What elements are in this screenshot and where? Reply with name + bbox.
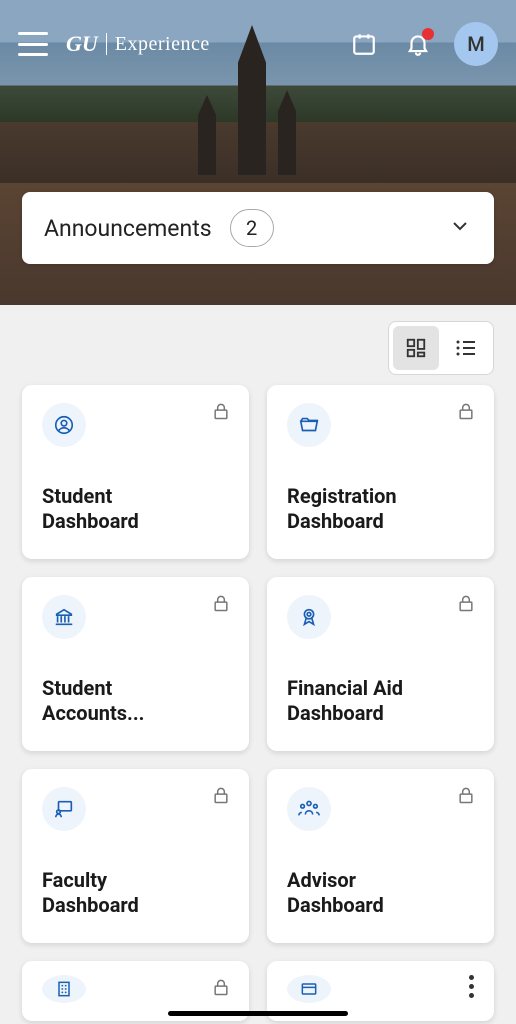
view-toggle (388, 321, 494, 375)
card-title: Advisor Dashboard (287, 868, 474, 919)
hero-banner: GU Experience M Announcements 2 (0, 0, 516, 305)
people-icon (287, 787, 331, 831)
notifications-button[interactable] (400, 26, 436, 62)
folder-icon (287, 403, 331, 447)
brand: GU Experience (66, 31, 210, 57)
building-icon (42, 975, 86, 1003)
announcements-count-badge: 2 (230, 209, 274, 247)
card-faculty-dashboard[interactable]: Faculty Dashboard (22, 769, 249, 943)
lock-icon (211, 593, 231, 617)
menu-button[interactable] (18, 32, 48, 56)
announcements-label: Announcements (44, 215, 212, 242)
card-title: Student Accounts... (42, 676, 229, 727)
view-toggle-row (0, 305, 516, 385)
person-icon (42, 403, 86, 447)
brand-text: Experience (115, 33, 210, 56)
calendar-icon (351, 31, 377, 57)
card-generic-icon (287, 975, 331, 1003)
avatar-initial: M (467, 32, 485, 56)
card-title: Student Dashboard (42, 484, 229, 535)
lock-icon (456, 785, 476, 809)
ribbon-icon (287, 595, 331, 639)
top-bar: GU Experience M (0, 0, 516, 88)
card-title: Faculty Dashboard (42, 868, 229, 919)
brand-divider (106, 33, 107, 55)
avatar-button[interactable]: M (454, 22, 498, 66)
card-advisor-dashboard[interactable]: Advisor Dashboard (267, 769, 494, 943)
card-grid: Student Dashboard Registration Dashboard… (0, 385, 516, 1021)
calendar-button[interactable] (346, 26, 382, 62)
card-student-dashboard[interactable]: Student Dashboard (22, 385, 249, 559)
bank-icon (42, 595, 86, 639)
card-registration-dashboard[interactable]: Registration Dashboard (267, 385, 494, 559)
brand-gu: GU (66, 31, 98, 57)
lock-icon (211, 977, 231, 1001)
home-indicator (168, 1011, 348, 1016)
grid-icon (405, 337, 427, 359)
card-title: Financial Aid Dashboard (287, 676, 474, 727)
list-view-button[interactable] (443, 326, 489, 370)
kebab-menu[interactable] (469, 975, 474, 998)
list-icon (454, 336, 478, 360)
card-title: Registration Dashboard (287, 484, 474, 535)
lock-icon (456, 401, 476, 425)
lock-icon (456, 593, 476, 617)
chevron-down-icon (448, 214, 472, 242)
lock-icon (211, 401, 231, 425)
announcements-dropdown[interactable]: Announcements 2 (22, 192, 494, 264)
grid-view-button[interactable] (393, 326, 439, 370)
card-student-accounts[interactable]: Student Accounts... (22, 577, 249, 751)
teacher-icon (42, 787, 86, 831)
card-financial-aid-dashboard[interactable]: Financial Aid Dashboard (267, 577, 494, 751)
notification-dot (422, 28, 434, 40)
lock-icon (211, 785, 231, 809)
